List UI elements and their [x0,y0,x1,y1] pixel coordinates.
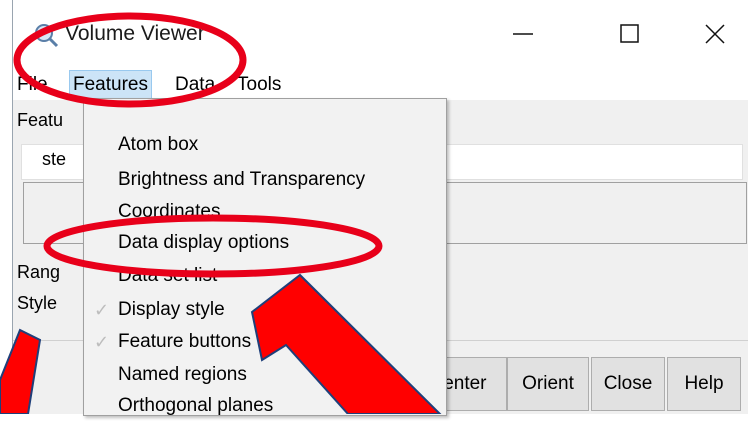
annotation-circle-features [13,12,247,108]
annotation-arrow-partial [0,328,42,414]
annotation-overlay [0,12,442,414]
annotation-circle-data-display [43,214,383,278]
annotation-arrow [250,273,442,414]
